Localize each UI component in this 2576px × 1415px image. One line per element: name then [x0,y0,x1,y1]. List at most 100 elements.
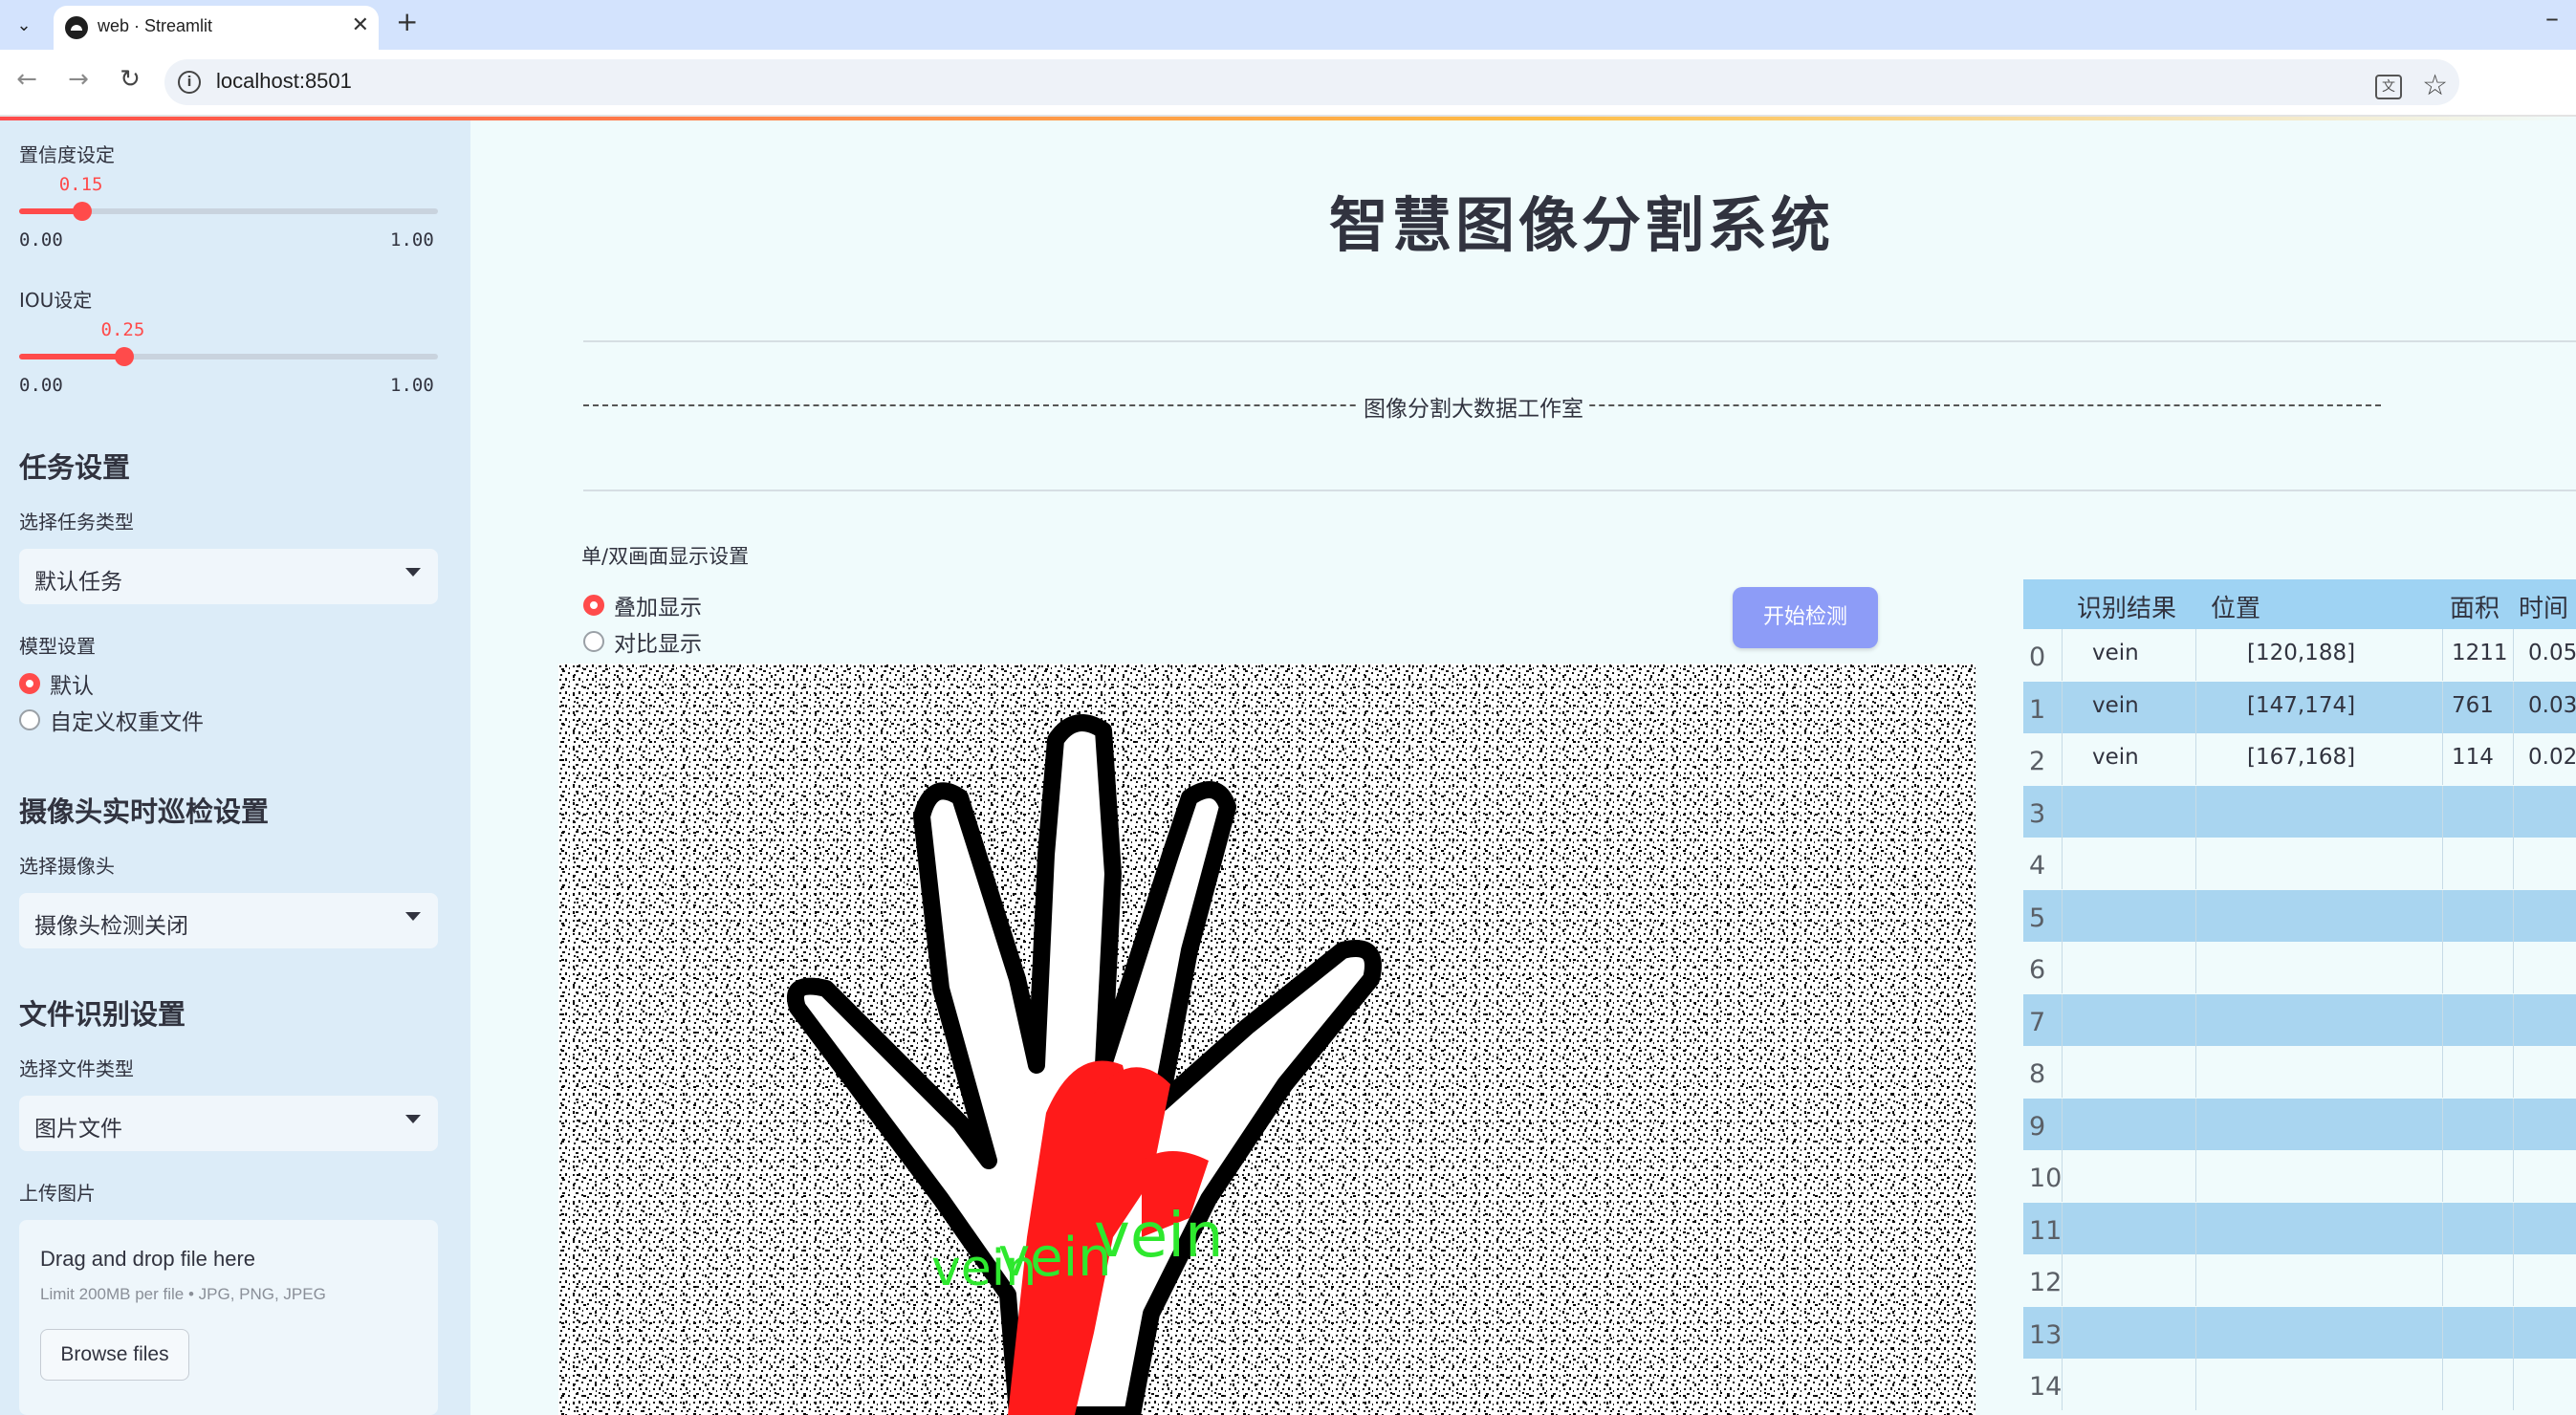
browser-toolbar: ← → ↻ i localhost:8501 文 ☆ [0,50,2576,117]
column-divider [2513,1254,2514,1306]
column-divider [2442,1098,2443,1150]
table-row[interactable]: 7 [2023,993,2576,1046]
table-row[interactable]: 8 [2023,1046,2576,1098]
banner: 图像分割大数据工作室 [583,390,2381,423]
column-divider [2195,993,2196,1046]
column-divider [2062,942,2063,993]
table-row[interactable]: 12 [2023,1254,2576,1306]
cell-time: 0.03 [2528,692,2576,718]
column-divider [2442,681,2443,733]
bookmark-star-icon[interactable]: ☆ [2422,69,2448,102]
table-row[interactable]: 0 vein [120,188] 1211 0.05 [2023,629,2576,681]
cell-time: 0.05 [2528,641,2576,665]
iou-slider[interactable] [19,347,438,366]
model-label: 模型设置 [19,635,96,658]
column-divider [2513,1098,2514,1150]
new-tab-plus-icon[interactable]: + [396,6,418,37]
confidence-slider[interactable] [19,202,438,221]
cell-result: vein [2092,641,2139,665]
window-minimize-icon[interactable]: – [2545,2,2559,33]
task-heading: 任务设置 [19,451,131,484]
browser-tab[interactable]: web · Streamlit ✕ [54,6,379,50]
column-divider [2195,1098,2196,1150]
reload-icon[interactable]: ↻ [113,65,147,94]
display-option-label: 叠加显示 [614,596,702,620]
back-arrow-icon[interactable]: ← [10,65,44,94]
browse-files-button[interactable]: Browse files [40,1329,189,1381]
table-row[interactable]: 11 [2023,1202,2576,1254]
tab-search-chevron-icon[interactable]: ⌄ [8,10,40,40]
column-divider [2195,785,2196,838]
col-header-time: 时间 [2519,595,2569,623]
column-divider [2062,1202,2063,1254]
confidence-label: 置信度设定 [19,143,115,166]
display-option-overlay[interactable]: 叠加显示 [583,589,702,621]
cell-index: 6 [2029,955,2046,985]
table-row[interactable]: 1 vein [147,174] 761 0.03 [2023,681,2576,733]
file-dropzone[interactable]: Drag and drop file here Limit 200MB per … [19,1220,438,1415]
radio-selected-icon[interactable] [19,673,40,694]
table-row[interactable]: 14 [2023,1359,2576,1410]
camera-select[interactable]: 摄像头检测关闭 [19,893,438,948]
column-divider [2513,993,2514,1046]
translate-icon[interactable]: 文 [2375,75,2402,99]
column-divider [2195,1202,2196,1254]
cell-index: 8 [2029,1059,2046,1089]
table-row[interactable]: 4 [2023,838,2576,889]
forward-arrow-icon[interactable]: → [61,65,96,94]
column-divider [2062,838,2063,889]
column-divider [2062,629,2063,681]
file-type-select[interactable]: 图片文件 [19,1096,438,1151]
address-bar[interactable]: i localhost:8501 文 ☆ [164,59,2459,105]
dropzone-title: Drag and drop file here [40,1247,256,1271]
table-row[interactable]: 3 [2023,785,2576,838]
display-option-compare[interactable]: 对比显示 [583,625,702,658]
table-row[interactable]: 2 vein [167,168] 114 0.02 [2023,733,2576,785]
tab-close-icon[interactable]: ✕ [352,13,369,37]
segmentation-result-image: vein vein vein [558,664,1976,1415]
iou-slider-thumb[interactable] [114,347,134,366]
table-row[interactable]: 10 [2023,1150,2576,1202]
iou-slider-fill [19,354,124,359]
column-divider [2513,889,2514,942]
table-row[interactable]: 6 [2023,942,2576,993]
cell-index: 9 [2029,1111,2046,1142]
radio-selected-icon[interactable] [583,595,604,616]
column-divider [2442,942,2443,993]
tab-title: web · Streamlit [98,16,213,35]
column-divider [2513,1202,2514,1254]
camera-label: 选择摄像头 [19,855,115,878]
column-divider [2442,629,2443,681]
overlay-label-3: vein [931,1240,1037,1297]
url-text[interactable]: localhost:8501 [216,69,352,94]
confidence-value: 0.15 [58,174,103,195]
camera-selected: 摄像头检测关闭 [34,914,188,939]
radio-unselected-icon[interactable] [19,709,40,730]
table-row[interactable]: 13 [2023,1306,2576,1359]
column-divider [2195,1254,2196,1306]
upload-label: 上传图片 [19,1182,96,1205]
task-type-label: 选择任务类型 [19,511,134,533]
column-divider [2442,993,2443,1046]
cell-index: 0 [2029,642,2046,672]
confidence-min: 0.00 [19,229,63,250]
model-option-label: 自定义权重文件 [50,710,204,735]
radio-unselected-icon[interactable] [583,631,604,652]
model-option-default[interactable]: 默认 [19,667,94,700]
cell-index: 4 [2029,851,2046,881]
file-type-selected: 图片文件 [34,1117,122,1142]
site-info-icon[interactable]: i [178,71,201,94]
start-detection-button[interactable]: 开始检测 [1733,587,1878,648]
column-divider [2513,942,2514,993]
model-option-custom[interactable]: 自定义权重文件 [19,704,204,736]
table-header: 识别结果 位置 面积 时间 [2023,579,2576,629]
confidence-slider-thumb[interactable] [72,202,92,221]
iou-value: 0.25 [100,319,145,340]
column-divider [2062,1098,2063,1150]
table-row[interactable]: 9 [2023,1098,2576,1150]
table-row[interactable]: 5 [2023,889,2576,942]
column-divider [2062,1359,2063,1410]
task-type-select[interactable]: 默认任务 [19,549,438,604]
display-option-label: 对比显示 [614,632,702,657]
column-divider [2513,629,2514,681]
